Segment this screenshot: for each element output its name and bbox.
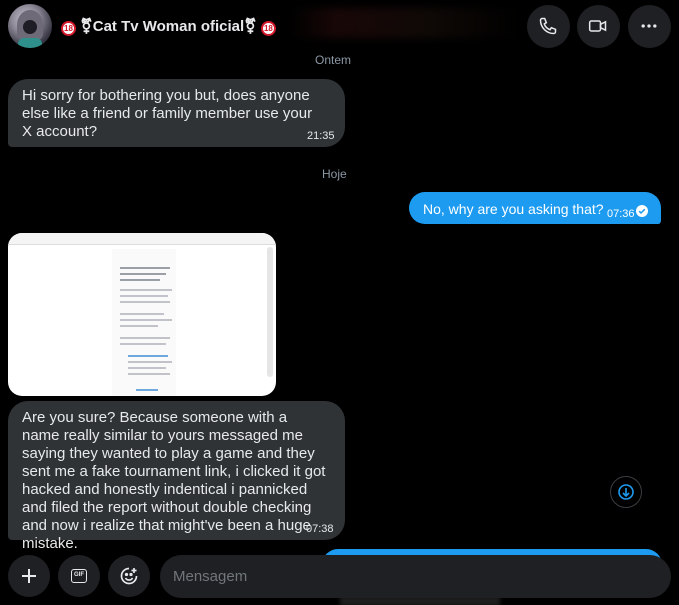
conversation-header: 18 ⚧Cat Tv Woman oficial⚧ 18	[0, 0, 679, 54]
blurred-background	[290, 8, 520, 38]
gender-symbol-left: ⚧	[80, 18, 93, 35]
age-restriction-icon: 18	[61, 21, 76, 36]
video-call-button[interactable]	[577, 5, 620, 48]
arrow-down-icon	[618, 484, 634, 500]
message-text: Are you sure? Because someone with a nam…	[22, 409, 326, 552]
message-text: Hi sorry for bothering you but, does any…	[22, 87, 313, 140]
conversation-title[interactable]: 18 ⚧Cat Tv Woman oficial⚧ 18	[61, 17, 276, 36]
screenshot-line	[128, 361, 172, 363]
message-time: 07:36	[607, 208, 635, 220]
avatar-accent	[18, 38, 42, 48]
image-attachment[interactable]	[8, 233, 276, 396]
plus-icon	[22, 569, 36, 583]
emoji-button[interactable]	[108, 555, 150, 597]
video-icon	[588, 20, 607, 32]
gender-symbol-right: ⚧	[244, 18, 257, 35]
check-circle-icon	[636, 205, 648, 217]
screenshot-scrollbar	[267, 247, 273, 377]
incoming-message[interactable]: Hi sorry for bothering you but, does any…	[8, 79, 345, 147]
screenshot-line	[120, 295, 168, 297]
message-input[interactable]	[160, 555, 671, 598]
screenshot-line	[120, 337, 170, 339]
screenshot-line	[120, 325, 158, 327]
screenshot-line	[120, 319, 172, 321]
screenshot-toolbar	[8, 233, 276, 245]
message-time: 21:35	[307, 130, 335, 142]
avatar-face	[23, 20, 37, 34]
more-options-button[interactable]	[628, 5, 671, 48]
screenshot-line	[120, 267, 170, 269]
screenshot-line	[128, 367, 166, 369]
screenshot-line	[120, 273, 166, 275]
gif-icon: GIF	[71, 569, 87, 583]
emoji-icon	[120, 567, 138, 585]
conversation-name: Cat Tv Woman oficial	[92, 18, 245, 35]
phone-icon	[539, 17, 557, 35]
screenshot-line	[120, 313, 164, 315]
date-divider-today: Hoje	[322, 167, 347, 181]
screenshot-line	[128, 373, 170, 375]
screenshot-line	[128, 355, 168, 357]
message-time: 07:38	[306, 523, 334, 535]
incoming-message[interactable]: Are you sure? Because someone with a nam…	[8, 401, 345, 552]
date-divider-yesterday: Ontem	[315, 53, 352, 67]
more-icon	[641, 24, 657, 28]
scroll-to-bottom-button[interactable]	[610, 476, 642, 508]
add-media-button[interactable]	[8, 555, 50, 597]
message-composer: GIF	[0, 548, 679, 605]
gif-button[interactable]: GIF	[58, 555, 100, 597]
age-restriction-icon-right: 18	[260, 21, 276, 36]
outgoing-message[interactable]: No, why are you asking that? 07:36	[409, 192, 661, 224]
avatar[interactable]	[8, 4, 52, 48]
screenshot-line	[136, 389, 158, 391]
call-button[interactable]	[527, 5, 570, 48]
screenshot-line	[120, 289, 172, 291]
screenshot-line	[120, 343, 166, 345]
screenshot-line	[120, 279, 160, 281]
message-text: No, why are you asking that?	[423, 201, 604, 217]
screenshot-line	[120, 301, 170, 303]
